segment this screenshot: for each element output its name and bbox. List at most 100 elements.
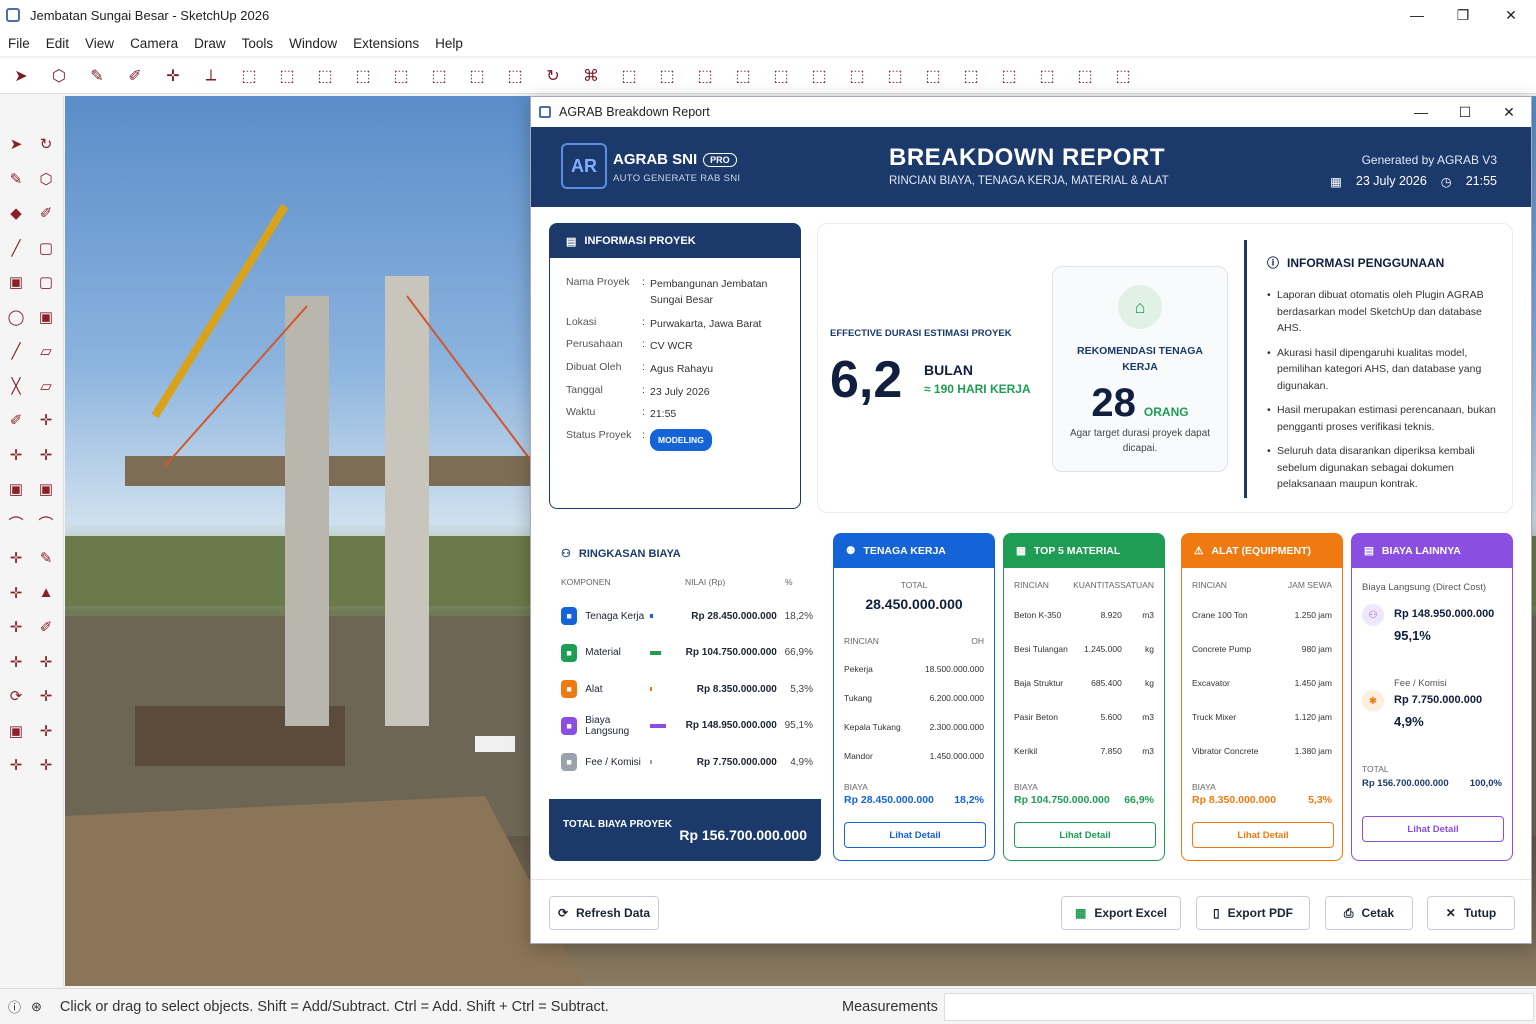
labor-detail-button[interactable]: Lihat Detail — [844, 822, 986, 848]
dialog-title: AGRAB Breakdown Report — [559, 105, 710, 119]
menu-draw[interactable]: Draw — [186, 36, 234, 51]
left-tool-icon[interactable]: ⌒ — [34, 512, 58, 536]
box-icon[interactable]: ⬚ — [348, 61, 378, 91]
left-tool-icon[interactable]: ▲ — [34, 581, 58, 605]
left-tool-icon[interactable]: ▣ — [4, 477, 28, 501]
axes-icon[interactable]: ⟂ — [196, 61, 226, 91]
box-icon[interactable]: ⬚ — [1070, 61, 1100, 91]
box-icon[interactable]: ⬚ — [386, 61, 416, 91]
box-icon[interactable]: ⬚ — [1108, 61, 1138, 91]
left-tool-icon[interactable]: ✛ — [4, 753, 28, 777]
left-tool-icon[interactable]: ▢ — [34, 270, 58, 294]
box-icon[interactable]: ⬚ — [842, 61, 872, 91]
measurements-input[interactable] — [944, 993, 1534, 1021]
box-icon[interactable]: ⬚ — [652, 61, 682, 91]
box-icon[interactable]: ⬚ — [1032, 61, 1062, 91]
left-tool-icon[interactable]: ✐ — [34, 615, 58, 639]
export-pdf-button[interactable]: ▯ Export PDF — [1196, 896, 1310, 930]
equipment-detail-button[interactable]: Lihat Detail — [1192, 822, 1334, 848]
minimize-button[interactable]: — — [1394, 0, 1440, 30]
dialog-close-button[interactable]: ✕ — [1487, 97, 1531, 127]
paint-icon[interactable]: ✐ — [120, 61, 150, 91]
left-tool-icon[interactable]: ✛ — [34, 719, 58, 743]
menu-help[interactable]: Help — [427, 36, 471, 51]
left-tool-icon[interactable]: ✛ — [4, 615, 28, 639]
menu-extensions[interactable]: Extensions — [345, 36, 427, 51]
left-tool-icon[interactable]: ╳ — [4, 374, 28, 398]
restore-button[interactable]: ❐ — [1440, 0, 1486, 30]
menu-camera[interactable]: Camera — [122, 36, 186, 51]
status-info-icon[interactable]: ⓘ — [8, 997, 21, 1016]
left-tool-icon[interactable]: ✎ — [4, 167, 28, 191]
left-tool-icon[interactable]: ✐ — [4, 408, 28, 432]
box-icon[interactable]: ⬚ — [918, 61, 948, 91]
left-tool-icon[interactable]: ▱ — [34, 339, 58, 363]
box-icon[interactable]: ⬚ — [956, 61, 986, 91]
export-excel-button[interactable]: ▦ Export Excel — [1061, 896, 1181, 930]
network-icon[interactable]: ⌘ — [576, 61, 606, 91]
box-icon[interactable]: ⬚ — [462, 61, 492, 91]
left-tool-icon[interactable]: ✛ — [4, 581, 28, 605]
labor-amount: 1.450.000.000 — [929, 751, 984, 761]
eraser-shape-icon[interactable]: ⬡ — [44, 61, 74, 91]
menu-edit[interactable]: Edit — [38, 36, 77, 51]
box-icon[interactable]: ⬚ — [310, 61, 340, 91]
left-tool-icon[interactable]: ✛ — [34, 650, 58, 674]
dialog-minimize-button[interactable]: — — [1399, 97, 1443, 127]
left-tool-icon[interactable]: ▣ — [4, 270, 28, 294]
box-icon[interactable]: ⬚ — [614, 61, 644, 91]
box-icon[interactable]: ⬚ — [234, 61, 264, 91]
box-icon[interactable]: ⬚ — [994, 61, 1024, 91]
print-button[interactable]: ⎙ Cetak — [1325, 896, 1413, 930]
close-report-button[interactable]: ✕ Tutup — [1427, 896, 1515, 930]
left-tool-icon[interactable]: ↻ — [34, 132, 58, 156]
refresh-data-button[interactable]: ⟳ Refresh Data — [549, 896, 659, 930]
left-tool-icon[interactable]: ✎ — [34, 546, 58, 570]
left-tool-icon[interactable]: ⟳ — [4, 684, 28, 708]
left-tool-icon[interactable]: ◆ — [4, 201, 28, 225]
left-tool-icon[interactable]: ✛ — [34, 753, 58, 777]
left-tool-icon[interactable]: ⬡ — [34, 167, 58, 191]
close-button[interactable]: ✕ — [1488, 0, 1534, 30]
geo-icon[interactable]: ⊛ — [31, 999, 42, 1015]
left-tool-icon[interactable]: ✛ — [4, 443, 28, 467]
left-tool-icon[interactable]: ▱ — [34, 374, 58, 398]
dialog-maximize-button[interactable]: ☐ — [1443, 97, 1487, 127]
box-icon[interactable]: ⬚ — [804, 61, 834, 91]
left-tool-icon[interactable]: ✛ — [34, 408, 58, 432]
move-icon[interactable]: ✛ — [158, 61, 188, 91]
left-tool-icon[interactable]: ▣ — [34, 477, 58, 501]
left-tool-icon[interactable]: ✛ — [34, 684, 58, 708]
pencil-icon[interactable]: ✎ — [82, 61, 112, 91]
left-tool-icon[interactable]: ➤ — [4, 132, 28, 156]
rotate-icon[interactable]: ↻ — [538, 61, 568, 91]
left-tool-icon[interactable]: ✛ — [4, 546, 28, 570]
box-icon[interactable]: ⬚ — [500, 61, 530, 91]
left-tool-icon[interactable]: ⌒ — [4, 512, 28, 536]
box-icon[interactable]: ⬚ — [424, 61, 454, 91]
worker-icon: ⚉ — [846, 545, 856, 557]
menu-tools[interactable]: Tools — [234, 36, 282, 51]
left-tool-icon[interactable]: ▣ — [34, 305, 58, 329]
box-icon[interactable]: ⬚ — [728, 61, 758, 91]
menu-window[interactable]: Window — [281, 36, 345, 51]
left-tool-icon[interactable]: ▢ — [34, 236, 58, 260]
menu-view[interactable]: View — [77, 36, 122, 51]
left-tool-icon[interactable]: ✛ — [4, 650, 28, 674]
menu-file[interactable]: File — [0, 36, 38, 51]
box-icon[interactable]: ⬚ — [880, 61, 910, 91]
select-icon[interactable]: ➤ — [6, 61, 36, 91]
box-icon[interactable]: ⬚ — [272, 61, 302, 91]
other-detail-button[interactable]: Lihat Detail — [1362, 816, 1504, 842]
material-col-a: RINCIAN — [1014, 580, 1049, 590]
left-tool-icon[interactable]: ╱ — [4, 339, 28, 363]
left-tool-icon[interactable]: ▣ — [4, 719, 28, 743]
left-tool-icon[interactable]: ╱ — [4, 236, 28, 260]
box-icon[interactable]: ⬚ — [766, 61, 796, 91]
share-bar-fill — [650, 760, 653, 764]
box-icon[interactable]: ⬚ — [690, 61, 720, 91]
left-tool-icon[interactable]: ✐ — [34, 201, 58, 225]
left-tool-icon[interactable]: ✛ — [34, 443, 58, 467]
left-tool-icon[interactable]: ◯ — [4, 305, 28, 329]
material-detail-button[interactable]: Lihat Detail — [1014, 822, 1156, 848]
